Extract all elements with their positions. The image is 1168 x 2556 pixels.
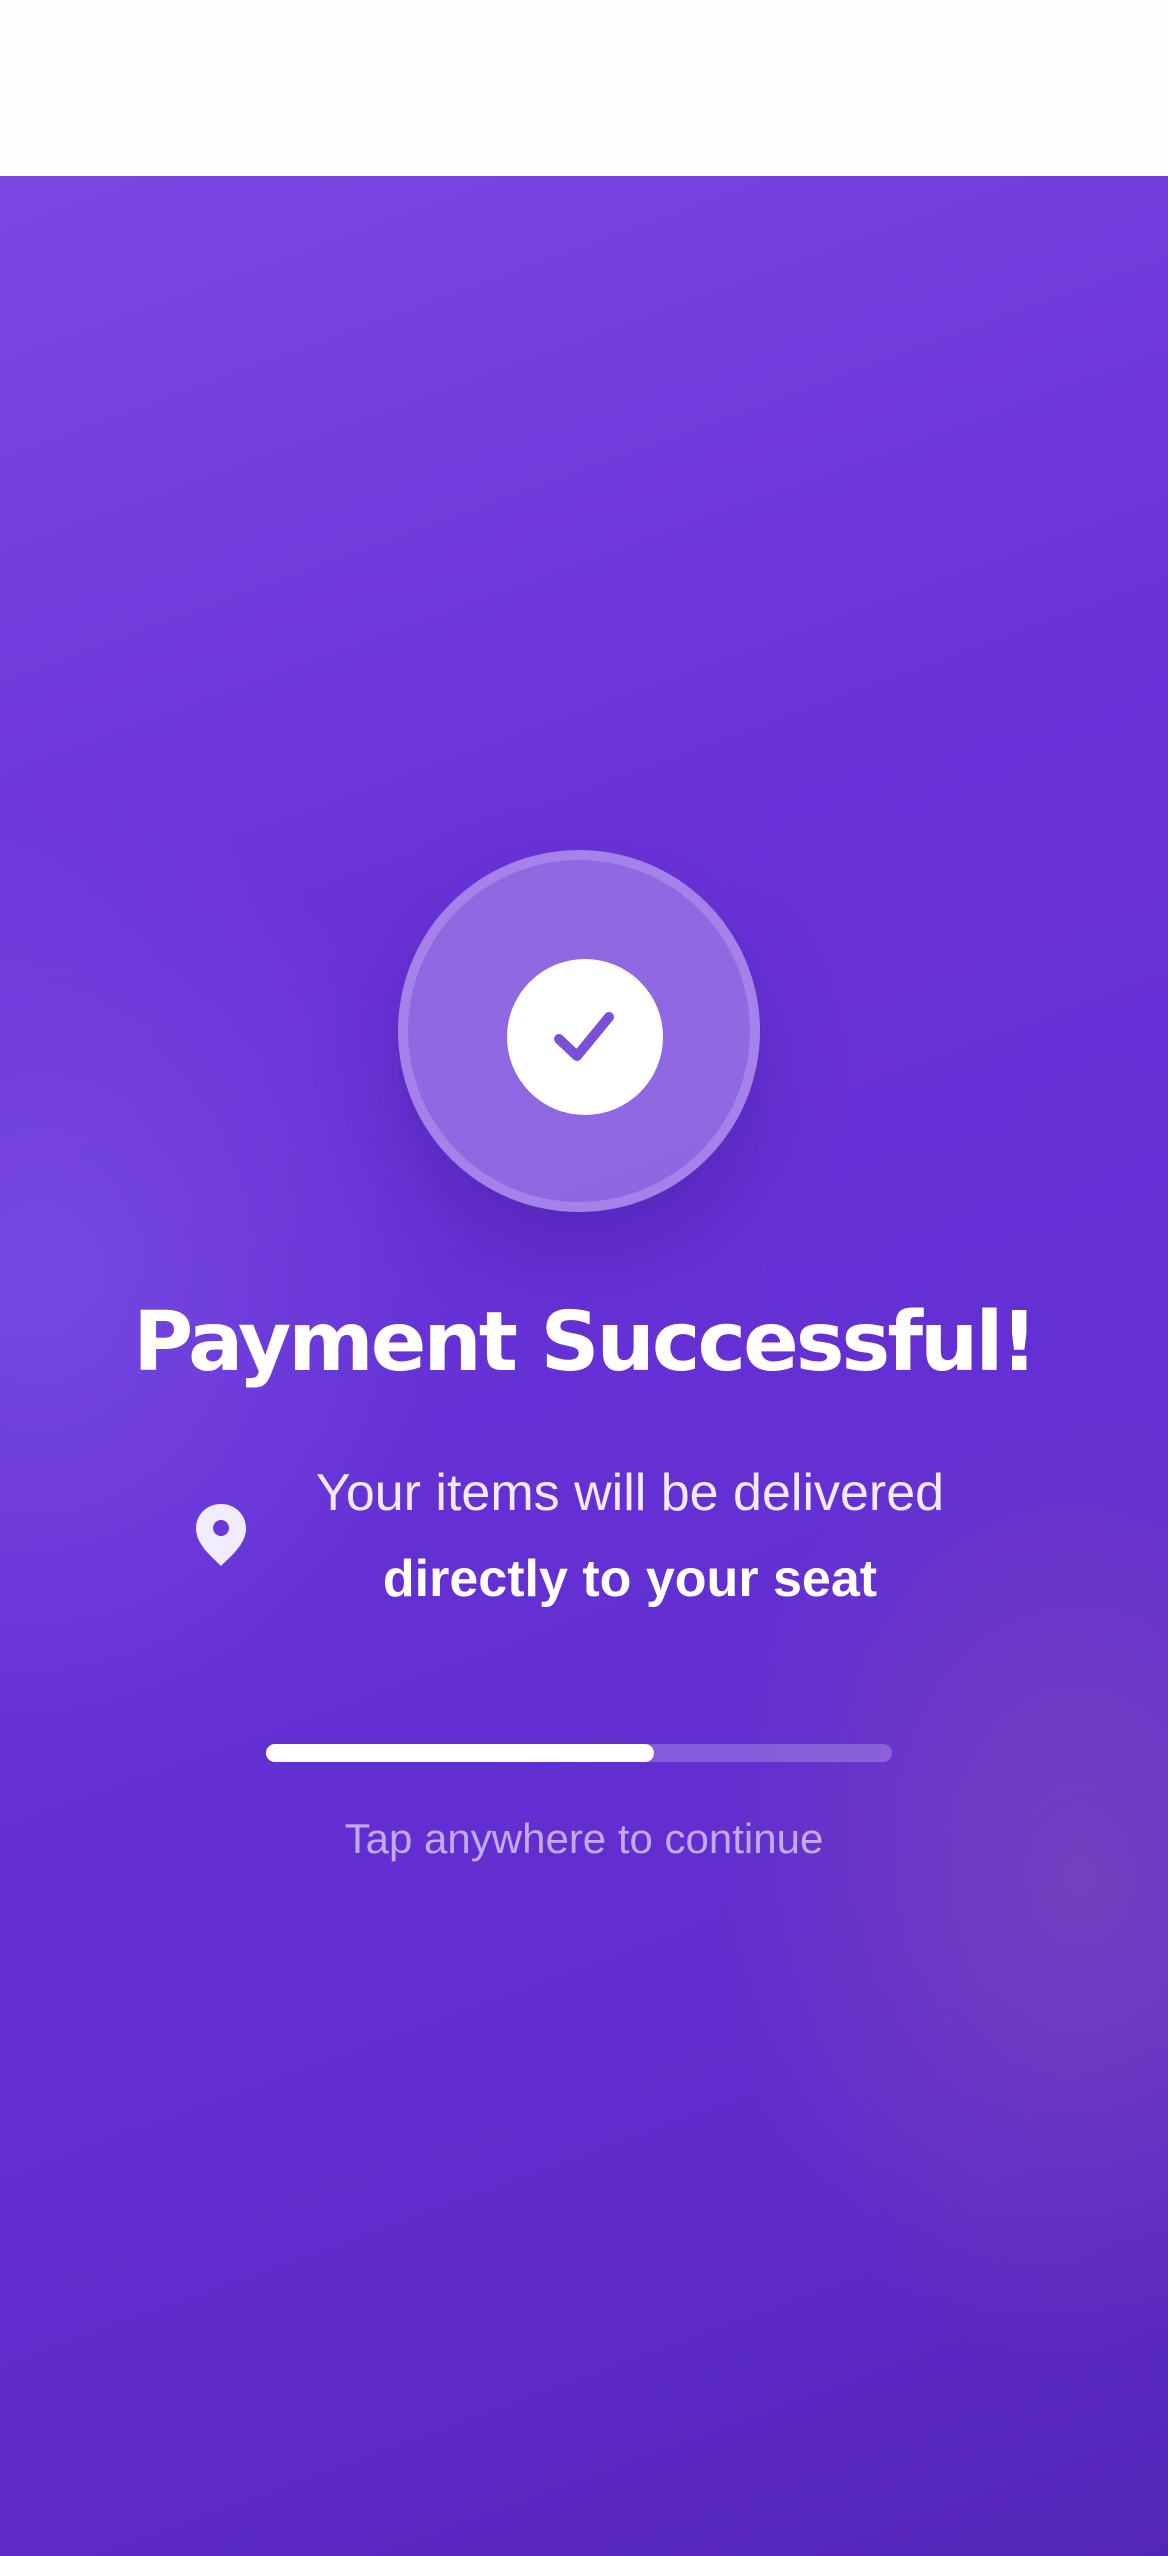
auto-continue-progress-bar xyxy=(266,1744,892,1762)
delivery-message-line-2: directly to your seat xyxy=(382,1550,878,1608)
top-blank-area xyxy=(0,0,1168,176)
success-disc xyxy=(507,959,663,1115)
delivery-message-line-1: Your items will be delivered xyxy=(315,1464,945,1522)
tap-to-continue-hint: Tap anywhere to continue xyxy=(344,1815,824,1862)
payment-success-screen[interactable]: Payment Successful! Your items will be d… xyxy=(0,176,1168,2556)
checkmark-icon xyxy=(554,1012,614,1061)
progress-fill xyxy=(266,1744,655,1762)
map-pin-icon xyxy=(196,1504,246,1566)
success-ring xyxy=(398,850,760,1212)
page-title: Payment Successful! xyxy=(133,1295,1038,1390)
